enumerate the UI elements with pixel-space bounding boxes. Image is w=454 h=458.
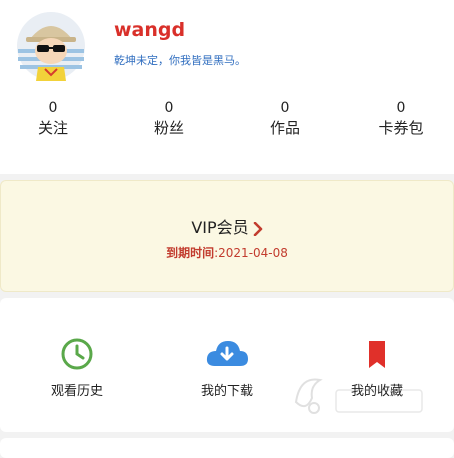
vip-card[interactable]: VIP会员 到期时间:2021-04-08	[0, 180, 454, 292]
vip-expire-label: 到期时间	[166, 246, 215, 260]
shortcut-downloads-label: 我的下载	[200, 384, 253, 399]
clock-icon	[61, 338, 93, 370]
stat-coupons-label: 卡券包	[378, 119, 424, 137]
vip-title-row: VIP会员	[0, 214, 454, 238]
stat-followers-label: 粉丝	[153, 119, 184, 137]
stat-followers[interactable]: 0 粉丝	[124, 100, 214, 138]
stat-works-count: 0	[280, 100, 290, 116]
shortcut-watch-history[interactable]: 观看历史	[17, 338, 137, 399]
avatar[interactable]	[16, 11, 86, 81]
watermark-logo	[294, 378, 423, 414]
stats-bar: 0 关注 0 粉丝 0 作品 0 卡券包	[0, 100, 454, 150]
vip-title: VIP会员	[191, 218, 249, 237]
username: wangd	[114, 19, 186, 41]
cloud-download-icon	[206, 341, 248, 366]
stat-followers-count: 0	[164, 100, 174, 116]
vip-expire: 到期时间:2021-04-08	[0, 244, 454, 261]
stat-following[interactable]: 0 关注	[8, 100, 98, 138]
bookmark-icon	[369, 341, 385, 368]
stat-works[interactable]: 0 作品	[240, 100, 330, 138]
vip-expire-date: 2021-04-08	[218, 246, 288, 260]
stat-coupons-count: 0	[396, 100, 406, 116]
shortcut-watch-history-label: 观看历史	[50, 384, 103, 399]
stat-works-label: 作品	[269, 119, 300, 137]
stat-following-label: 关注	[37, 119, 68, 137]
user-motto: 乾坤未定，你我皆是黑马。	[114, 54, 246, 67]
next-section-card	[0, 438, 454, 458]
chevron-right-icon	[253, 221, 262, 236]
profile-header: wangd 乾坤未定，你我皆是黑马。 0 关注 0 粉丝 0 作品 0 卡券包	[0, 0, 454, 174]
shortcut-downloads[interactable]: 我的下载	[167, 338, 287, 399]
stat-following-count: 0	[48, 100, 58, 116]
stat-coupons[interactable]: 0 卡券包	[356, 100, 446, 138]
